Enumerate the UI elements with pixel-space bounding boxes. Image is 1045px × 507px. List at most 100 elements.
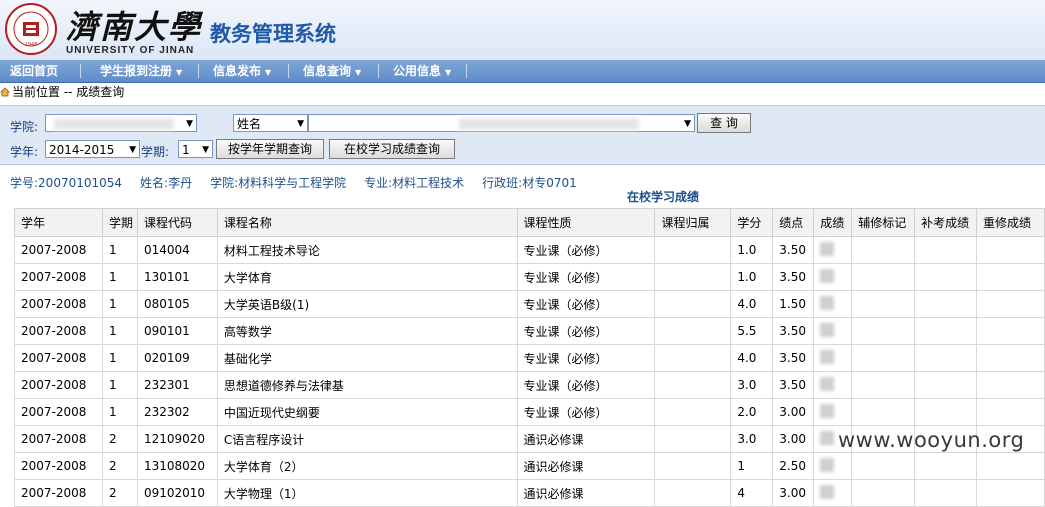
redacted-score <box>820 241 835 256</box>
table-cell: 2007-2008 <box>14 398 103 426</box>
table-cell <box>851 371 916 399</box>
table-cell: 020109 <box>136 344 218 372</box>
table-cell <box>851 398 916 426</box>
table-cell: 中国近现代史纲要 <box>216 398 518 426</box>
student-class: 行政班:材专0701 <box>482 176 577 190</box>
table-cell <box>654 452 732 480</box>
table-cell <box>654 371 732 399</box>
redacted-score <box>820 268 835 283</box>
chevron-down-icon: ▼ <box>297 119 304 129</box>
table-cell: 大学英语B级(1) <box>216 290 518 318</box>
table-cell <box>654 344 732 372</box>
col-header-gpa: 绩点 <box>772 208 815 237</box>
nav-item-label: 信息发布 <box>213 64 262 78</box>
table-cell: 232301 <box>136 371 218 399</box>
chevron-down-icon: ▼ <box>129 145 136 155</box>
table-row: 2007-2008 1 080105 大学英语B级(1) 专业课（必修） 4.0 1.50 <box>14 290 1045 318</box>
table-title: 在校学习成绩 <box>627 190 700 204</box>
table-cell: 材料工程技术导论 <box>216 236 518 264</box>
term-query-button[interactable]: 按学年学期查询 <box>216 139 324 159</box>
table-cell: 1 <box>101 263 138 291</box>
table-cell: 5.5 <box>730 317 774 345</box>
table-cell: 专业课（必修） <box>516 290 656 318</box>
table-cell <box>654 317 732 345</box>
table-cell <box>976 452 1045 480</box>
redacted-score <box>820 349 835 364</box>
table-cell: 1 <box>101 344 138 372</box>
chevron-down-icon: ▼ <box>202 145 209 155</box>
query-button[interactable]: 查 询 <box>697 113 751 133</box>
table-cell <box>851 317 916 345</box>
redacted-score <box>820 376 835 391</box>
search-keyword-input[interactable]: ▼ <box>308 114 695 132</box>
university-name-en: UNIVERSITY OF JINAN <box>66 45 195 56</box>
redacted-score <box>820 295 835 310</box>
student-major: 专业:材料工程技术 <box>364 176 465 190</box>
table-cell: 090101 <box>136 317 218 345</box>
nav-item-label: 返回首页 <box>10 64 59 78</box>
table-cell: 13108020 <box>136 452 218 480</box>
redacted-score <box>820 322 835 337</box>
college-select[interactable]: ▼ <box>45 114 197 132</box>
table-cell: 专业课（必修） <box>516 263 656 291</box>
chevron-down-icon: ▼ <box>684 119 691 129</box>
redacted-value <box>54 118 174 130</box>
student-college: 学院:材料科学与工程学院 <box>210 176 347 190</box>
table-cell: 1 <box>101 290 138 318</box>
breadcrumb: 当前位置 -- 成绩查询 <box>0 83 124 101</box>
nav-item-home[interactable]: 返回首页 <box>10 60 58 82</box>
table-cell: 3.50 <box>772 263 815 291</box>
table-cell <box>813 371 853 399</box>
nav-divider <box>466 64 467 78</box>
col-header-term: 学期 <box>101 208 138 237</box>
university-seal-icon: 1948 <box>5 3 57 55</box>
watermark-text: www.wooyun.org <box>838 428 1025 452</box>
table-cell: C语言程序设计 <box>216 425 518 453</box>
search-panel: 学院: ▼ 姓名 ▼ ▼ 查 询 学年: 2014-2015 ▼ 学期: 1 ▼… <box>0 105 1045 165</box>
all-grades-query-button[interactable]: 在校学习成绩查询 <box>329 139 455 159</box>
table-cell <box>654 236 732 264</box>
col-header-credit: 学分 <box>730 208 774 237</box>
table-cell <box>851 290 916 318</box>
table-cell <box>813 344 853 372</box>
table-cell: 3.00 <box>772 479 815 507</box>
nav-item-queries[interactable]: 信息查询 ▼ <box>303 60 361 82</box>
table-cell <box>976 344 1045 372</box>
table-row: 2007-2008 2 13108020 大学体育（2） 通识必修课 1 2.50 <box>14 452 1045 480</box>
col-header-course-owner: 课程归属 <box>654 208 732 237</box>
table-cell: 2007-2008 <box>14 371 103 399</box>
year-select[interactable]: 2014-2015 ▼ <box>45 140 140 158</box>
table-cell: 1 <box>101 371 138 399</box>
table-cell: 232302 <box>136 398 218 426</box>
nav-item-registration[interactable]: 学生报到注册 ▼ <box>100 60 182 82</box>
table-cell: 1.0 <box>730 236 774 264</box>
table-cell: 1 <box>101 236 138 264</box>
table-cell: 3.50 <box>772 317 815 345</box>
table-cell <box>851 344 916 372</box>
nav-item-label: 信息查询 <box>303 64 352 78</box>
nav-divider <box>198 64 199 78</box>
term-select[interactable]: 1 ▼ <box>178 140 213 158</box>
table-cell <box>813 263 853 291</box>
redacted-score <box>820 403 835 418</box>
table-cell <box>654 479 732 507</box>
table-cell: 3.50 <box>772 371 815 399</box>
nav-item-public-info[interactable]: 公用信息 ▼ <box>393 60 451 82</box>
student-id: 学号:20070101054 <box>10 176 123 190</box>
nav-item-announcements[interactable]: 信息发布 ▼ <box>213 60 271 82</box>
table-cell: 2007-2008 <box>14 344 103 372</box>
table-cell: 2007-2008 <box>14 425 103 453</box>
col-header-course-name: 课程名称 <box>216 208 518 237</box>
table-cell <box>914 452 978 480</box>
redacted-score <box>820 457 835 472</box>
table-cell: 高等数学 <box>216 317 518 345</box>
table-cell: 2007-2008 <box>14 452 103 480</box>
caret-down-icon: ▼ <box>445 68 452 77</box>
table-cell <box>914 371 978 399</box>
system-title: 教务管理系统 <box>210 22 336 46</box>
table-cell <box>813 452 853 480</box>
col-header-course-code: 课程代码 <box>136 208 218 237</box>
table-header-row: 学年 学期 课程代码 课程名称 课程性质 课程归属 学分 绩点 成绩 辅修标记 … <box>14 208 1045 237</box>
col-header-course-type: 课程性质 <box>516 208 656 237</box>
search-field-select[interactable]: 姓名 ▼ <box>233 114 308 132</box>
